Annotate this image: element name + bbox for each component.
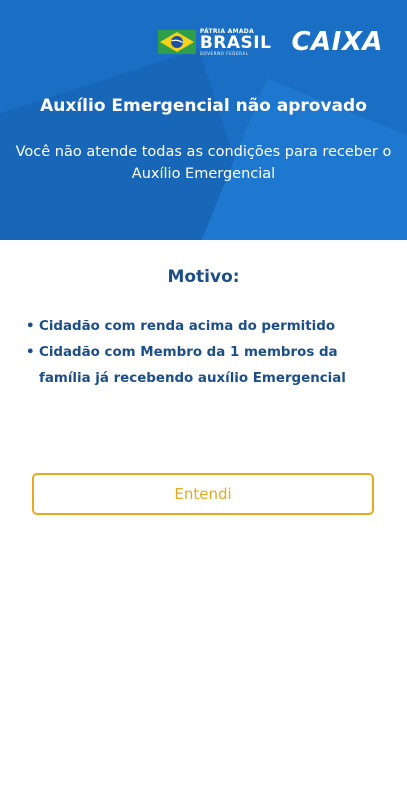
- reason-item: • Cidadão com Membro da 1 membros da fam…: [26, 340, 386, 392]
- logos-bar: PÁTRIA AMADA BRASIL GOVERNO FEDERAL CAIX…: [157, 26, 383, 58]
- caixa-logo: CAIXA: [291, 27, 383, 57]
- reason-heading: Motivo:: [167, 267, 240, 287]
- page-subtitle: Você não atende todas as condições para …: [15, 144, 392, 182]
- brazil-flag-icon: [157, 30, 196, 54]
- gov-brasil-logo: PÁTRIA AMADA BRASIL GOVERNO FEDERAL: [157, 28, 272, 56]
- header-banner: PÁTRIA AMADA BRASIL GOVERNO FEDERAL CAIX…: [0, 0, 407, 240]
- bullet-icon: •: [26, 319, 35, 334]
- gov-logo-bottom-line: GOVERNO FEDERAL: [199, 50, 249, 56]
- gov-logo-main: BRASIL: [199, 32, 272, 53]
- reason-text: Cidadão com renda acima do permitido: [39, 319, 336, 334]
- page-title: Auxílio Emergencial não aprovado: [40, 96, 367, 116]
- reason-text: Cidadão com Membro da 1 membros da famíl…: [39, 345, 346, 386]
- bullet-icon: •: [26, 345, 35, 360]
- gov-logo-text: PÁTRIA AMADA BRASIL GOVERNO FEDERAL: [199, 28, 272, 56]
- reason-item: • Cidadão com renda acima do permitido: [26, 314, 386, 340]
- understood-button[interactable]: Entendi: [32, 473, 374, 515]
- screen: PÁTRIA AMADA BRASIL GOVERNO FEDERAL CAIX…: [0, 0, 407, 809]
- reason-list: • Cidadão com renda acima do permitido •…: [26, 314, 386, 392]
